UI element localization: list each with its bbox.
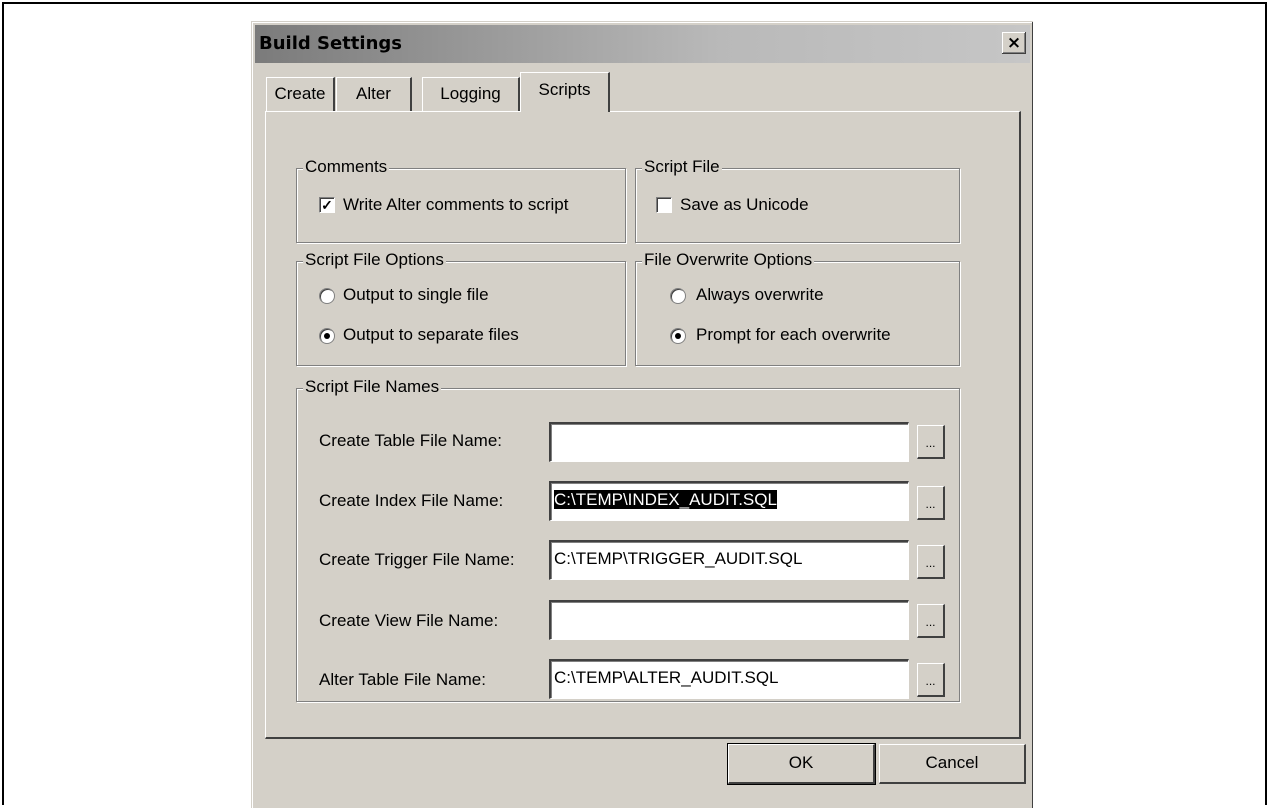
- cancel-button[interactable]: Cancel: [879, 744, 1026, 784]
- always-overwrite-radio[interactable]: [670, 288, 686, 304]
- create-view-browse-button[interactable]: ...: [917, 604, 945, 638]
- script-file-options-legend: Script File Options: [303, 250, 446, 270]
- script-file-names-legend: Script File Names: [303, 377, 442, 397]
- always-overwrite-label[interactable]: Always overwrite: [696, 285, 824, 305]
- close-icon: ×: [1006, 33, 1022, 53]
- file-overwrite-options-legend: File Overwrite Options: [642, 250, 815, 270]
- close-button[interactable]: ×: [1002, 32, 1026, 54]
- window-title: Build Settings: [259, 33, 402, 54]
- create-view-file-name-input[interactable]: [549, 600, 909, 640]
- create-index-browse-button[interactable]: ...: [917, 486, 945, 520]
- comments-legend: Comments: [303, 157, 390, 177]
- script-file-options-group: Script File Options Output to single fil…: [296, 250, 626, 366]
- alter-table-browse-button[interactable]: ...: [917, 663, 945, 697]
- create-trigger-file-name-input[interactable]: C:\TEMP\TRIGGER_AUDIT.SQL: [549, 540, 909, 580]
- tab-scripts[interactable]: Scripts: [520, 72, 610, 112]
- save-as-unicode-label[interactable]: Save as Unicode: [680, 195, 809, 215]
- script-file-names-group: Script File Names Create Table File Name…: [296, 377, 960, 702]
- ok-button[interactable]: OK: [727, 743, 876, 785]
- output-single-file-label[interactable]: Output to single file: [343, 285, 489, 305]
- tab-logging[interactable]: Logging: [422, 77, 520, 111]
- scripts-tab-panel: Comments ✓ Write Alter comments to scrip…: [265, 111, 1021, 739]
- alter-table-file-name-input[interactable]: C:\TEMP\ALTER_AUDIT.SQL: [549, 659, 909, 699]
- create-view-file-name-label: Create View File Name:: [319, 611, 499, 630]
- file-overwrite-options-group: File Overwrite Options Always overwrite …: [635, 250, 960, 366]
- write-alter-comments-label[interactable]: Write Alter comments to script: [343, 195, 568, 215]
- create-trigger-browse-button[interactable]: ...: [917, 545, 945, 579]
- create-index-file-name-input[interactable]: C:\TEMP\INDEX_AUDIT.SQL: [549, 481, 909, 521]
- script-file-legend: Script File: [642, 157, 722, 177]
- tab-create[interactable]: Create: [266, 77, 335, 111]
- build-settings-dialog: Build Settings × Create Alter Logging Sc…: [251, 21, 1033, 808]
- save-as-unicode-checkbox[interactable]: [656, 197, 672, 213]
- output-separate-files-radio[interactable]: [319, 328, 335, 344]
- create-trigger-file-name-label: Create Trigger File Name:: [319, 550, 515, 569]
- create-table-browse-button[interactable]: ...: [917, 425, 945, 459]
- selected-text: C:\TEMP\INDEX_AUDIT.SQL: [554, 490, 777, 509]
- comments-group: Comments ✓ Write Alter comments to scrip…: [296, 157, 626, 243]
- check-icon: ✓: [321, 197, 333, 213]
- output-separate-files-label[interactable]: Output to separate files: [343, 325, 519, 345]
- write-alter-comments-checkbox[interactable]: ✓: [319, 197, 335, 213]
- create-table-file-name-input[interactable]: [549, 422, 909, 462]
- title-bar[interactable]: Build Settings ×: [255, 25, 1030, 63]
- alter-table-file-name-label: Alter Table File Name:: [319, 670, 486, 689]
- create-table-file-name-label: Create Table File Name:: [319, 431, 502, 450]
- tab-alter[interactable]: Alter: [336, 77, 412, 111]
- prompt-each-overwrite-radio[interactable]: [670, 328, 686, 344]
- prompt-each-overwrite-label[interactable]: Prompt for each overwrite: [696, 325, 891, 345]
- output-single-file-radio[interactable]: [319, 288, 335, 304]
- script-file-group: Script File Save as Unicode: [635, 157, 960, 243]
- create-index-file-name-label: Create Index File Name:: [319, 491, 504, 510]
